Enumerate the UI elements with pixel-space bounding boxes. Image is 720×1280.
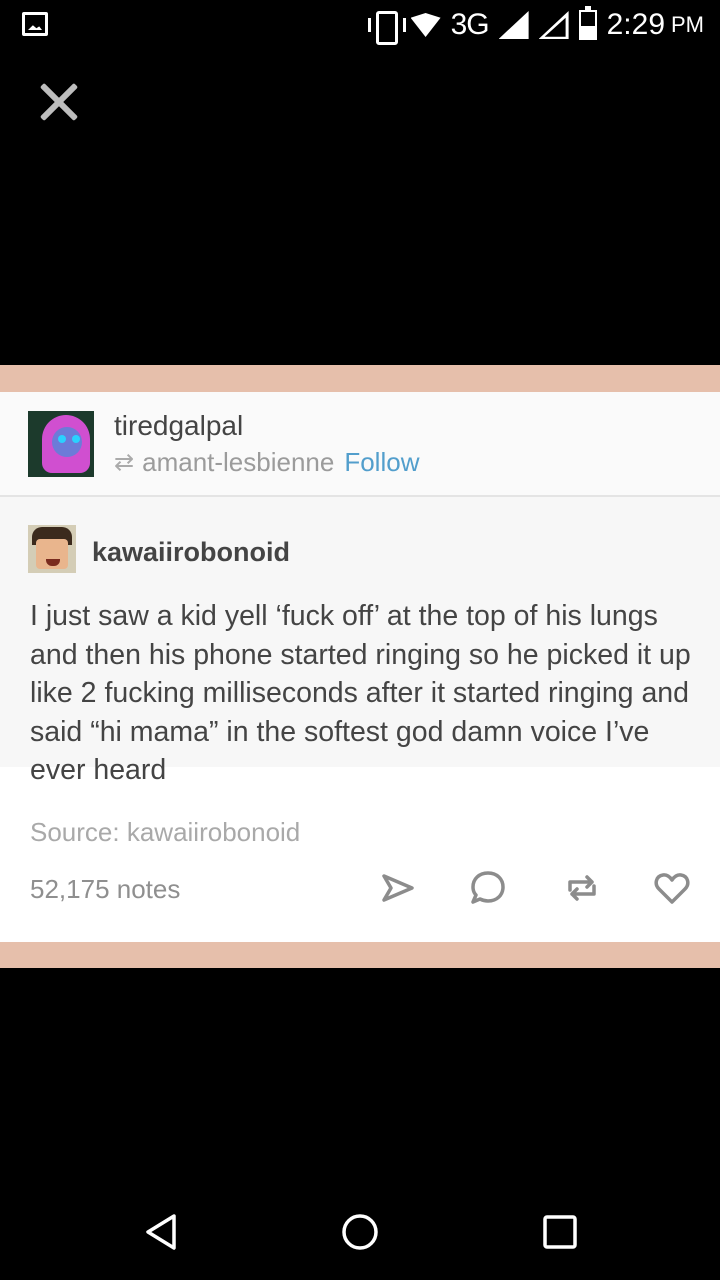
author-name[interactable]: kawaiirobonoid	[92, 537, 290, 568]
recent-apps-icon[interactable]	[538, 1210, 582, 1254]
reblog-line: ⇄ amant-lesbienne Follow	[114, 447, 419, 478]
post-image: tiredgalpal ⇄ amant-lesbienne Follow kaw…	[0, 365, 720, 968]
comment-icon[interactable]	[468, 868, 508, 908]
post-header: tiredgalpal ⇄ amant-lesbienne Follow	[0, 392, 720, 497]
back-icon[interactable]	[140, 1210, 184, 1254]
status-bar: 3G 2:29 PM	[0, 0, 720, 50]
home-icon[interactable]	[338, 1210, 382, 1254]
share-icon[interactable]	[378, 868, 418, 908]
close-icon[interactable]	[36, 80, 80, 124]
network-type: 3G	[450, 8, 490, 41]
wifi-icon	[411, 13, 441, 37]
clock-ampm: PM	[671, 12, 704, 37]
reblogger-avatar[interactable]	[28, 411, 94, 477]
gallery-notification-icon	[22, 12, 48, 36]
vibrate-icon	[367, 10, 406, 45]
post-footer-bg	[0, 767, 720, 942]
reblog-icon[interactable]	[562, 868, 602, 908]
follow-link[interactable]: Follow	[344, 447, 419, 478]
clock: 2:29	[606, 8, 665, 41]
reblog-small-icon: ⇄	[114, 449, 135, 476]
battery-icon	[578, 6, 597, 40]
signal-icon	[498, 11, 529, 39]
reblogger-name[interactable]: tiredgalpal	[114, 410, 243, 442]
post-source[interactable]: Source: kawaiirobonoid	[30, 817, 300, 848]
status-indicators: 3G 2:29 PM	[367, 6, 704, 45]
signal-2-icon	[539, 11, 569, 39]
reblogged-from-name[interactable]: amant-lesbienne	[142, 447, 334, 478]
heart-icon[interactable]	[652, 868, 692, 908]
post-card: tiredgalpal ⇄ amant-lesbienne Follow kaw…	[0, 392, 720, 942]
post-text: I just saw a kid yell ‘fuck off’ at the …	[30, 600, 691, 786]
post-notes[interactable]: 52,175 notes	[30, 874, 180, 905]
author-avatar[interactable]	[28, 525, 76, 573]
navigation-bar	[0, 1180, 720, 1280]
